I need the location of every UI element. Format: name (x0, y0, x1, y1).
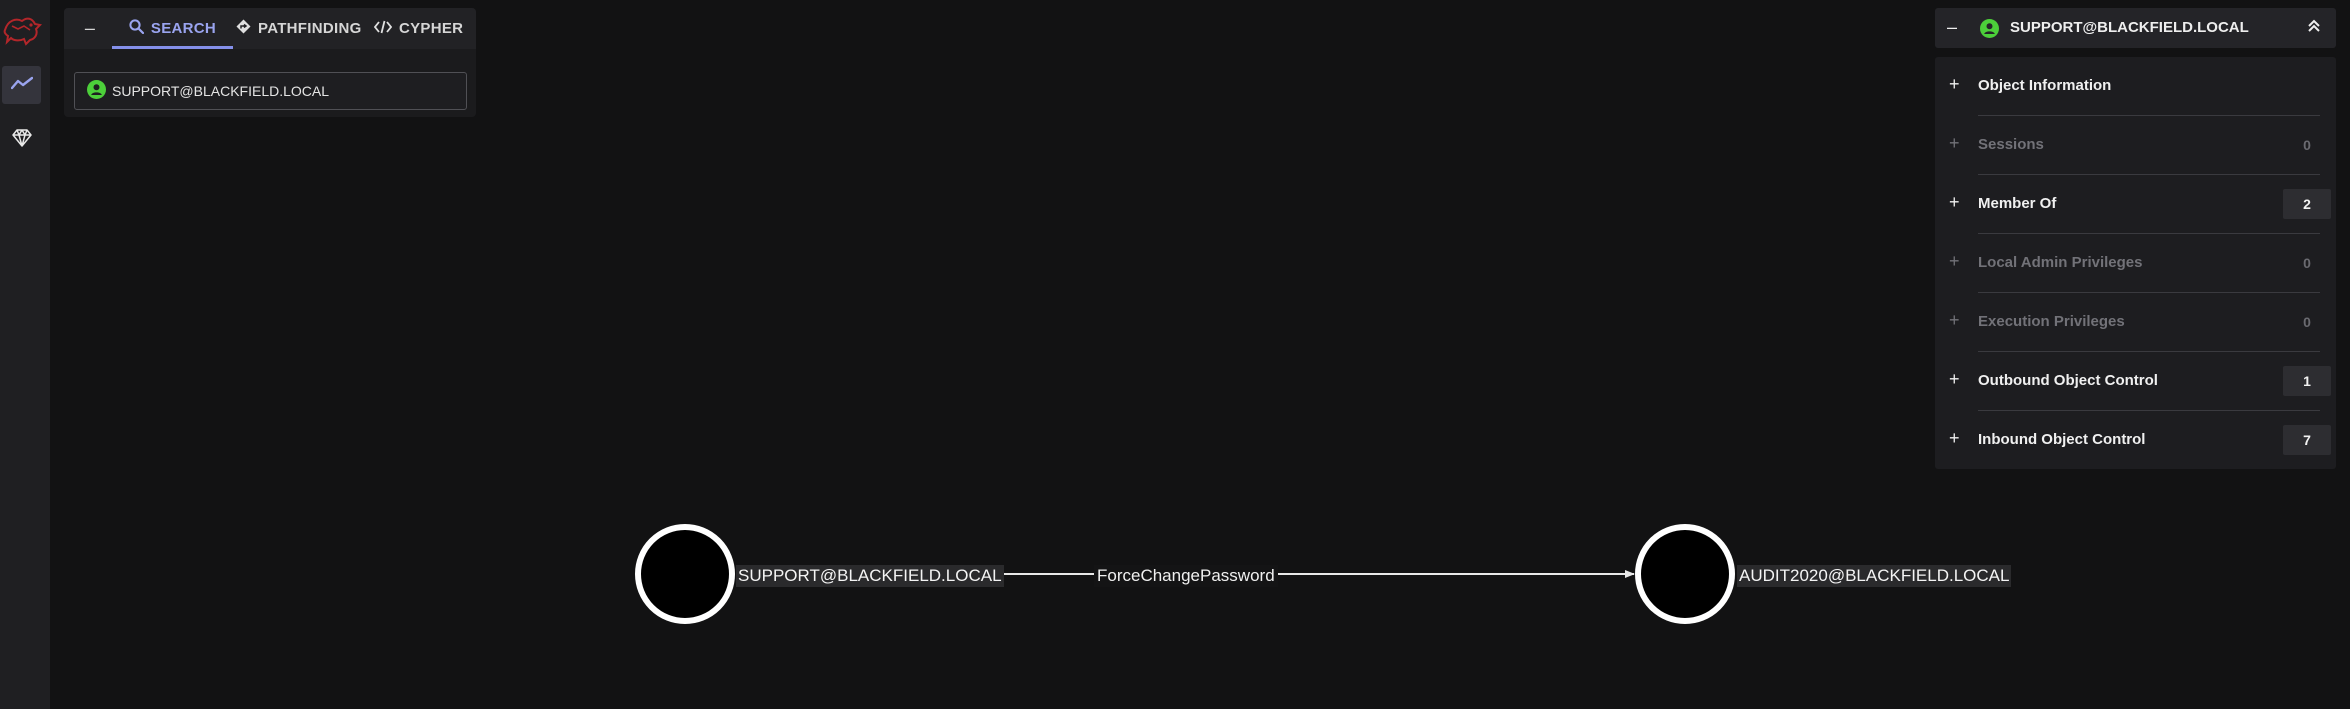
collapse-info-panel-button[interactable]: – (1947, 17, 1957, 38)
graph-node-support[interactable] (635, 524, 735, 624)
section-local-admin-privileges[interactable]: + Local Admin Privileges 0 (1935, 234, 2336, 293)
explore-graph-icon (10, 76, 33, 95)
expand-icon: + (1949, 192, 1960, 212)
section-count-badge: 2 (2283, 189, 2331, 219)
left-nav-rail (0, 0, 50, 709)
section-object-information[interactable]: + Object Information (1935, 57, 2336, 116)
expand-icon: + (1949, 133, 1960, 153)
nav-gem-button[interactable] (2, 121, 41, 159)
section-label: Execution Privileges (1978, 313, 2125, 330)
search-input[interactable]: SUPPORT@BLACKFIELD.LOCAL (74, 72, 467, 110)
diamond-direction-icon (236, 19, 251, 38)
tab-pathfinding-label: PATHFINDING (258, 20, 362, 37)
section-count-badge: 1 (2283, 366, 2331, 396)
node-info-title: SUPPORT@BLACKFIELD.LOCAL (2010, 19, 2249, 36)
graph-node-label-support: SUPPORT@BLACKFIELD.LOCAL (736, 565, 1004, 587)
section-count-badge: 7 (2283, 425, 2331, 455)
search-input-value: SUPPORT@BLACKFIELD.LOCAL (112, 83, 330, 99)
expand-icon: + (1949, 428, 1960, 448)
minus-icon: – (84, 18, 96, 38)
section-inbound-object-control[interactable]: + Inbound Object Control 7 (1935, 411, 2336, 470)
tab-search[interactable]: SEARCH (112, 8, 233, 49)
graph-node-label-audit2020: AUDIT2020@BLACKFIELD.LOCAL (1737, 565, 2012, 587)
expand-icon: + (1949, 251, 1960, 271)
section-label: Outbound Object Control (1978, 372, 2158, 389)
expand-icon: + (1949, 74, 1960, 94)
bloodhound-logo[interactable] (2, 12, 43, 48)
node-info-panel: – SUPPORT@BLACKFIELD.LOCAL + Object Info… (1935, 8, 2336, 469)
section-count-badge: 0 (2303, 255, 2311, 271)
section-label: Local Admin Privileges (1978, 254, 2143, 271)
section-sessions[interactable]: + Sessions 0 (1935, 116, 2336, 175)
graph-node-audit2020[interactable] (1635, 524, 1735, 624)
section-label: Sessions (1978, 136, 2044, 153)
graph-edge-label: ForceChangePassword (1094, 565, 1278, 587)
section-count-badge: 0 (2303, 137, 2311, 153)
search-tab-bar: – SEARCH PATHFINDING CYPHER (64, 8, 476, 49)
expand-icon: + (1949, 310, 1960, 330)
search-panel: – SEARCH PATHFINDING CYPHER SUPPORT@BLAC… (64, 8, 476, 117)
section-label: Inbound Object Control (1978, 431, 2146, 448)
chevron-double-up-icon[interactable] (2307, 18, 2321, 38)
search-icon (129, 19, 145, 38)
section-count-badge: 0 (2303, 314, 2311, 330)
collapse-search-panel-button[interactable]: – (78, 8, 102, 49)
tab-cypher[interactable]: CYPHER (373, 8, 464, 49)
node-info-header: – SUPPORT@BLACKFIELD.LOCAL (1935, 8, 2336, 48)
nav-explore-button[interactable] (2, 66, 41, 104)
section-label: Member Of (1978, 195, 2057, 212)
section-member-of[interactable]: + Member Of 2 (1935, 175, 2336, 234)
tab-cypher-label: CYPHER (399, 20, 464, 37)
expand-icon: + (1949, 369, 1960, 389)
section-label: Object Information (1978, 77, 2112, 94)
tab-pathfinding[interactable]: PATHFINDING (236, 8, 362, 49)
user-icon (1980, 19, 1999, 42)
section-outbound-object-control[interactable]: + Outbound Object Control 1 (1935, 352, 2336, 411)
tab-search-label: SEARCH (150, 20, 217, 37)
user-icon (87, 80, 106, 102)
node-info-sections: + Object Information + Sessions 0 + Memb… (1935, 57, 2336, 469)
code-icon (373, 20, 393, 38)
section-execution-privileges[interactable]: + Execution Privileges 0 (1935, 293, 2336, 352)
gem-icon (11, 128, 32, 152)
